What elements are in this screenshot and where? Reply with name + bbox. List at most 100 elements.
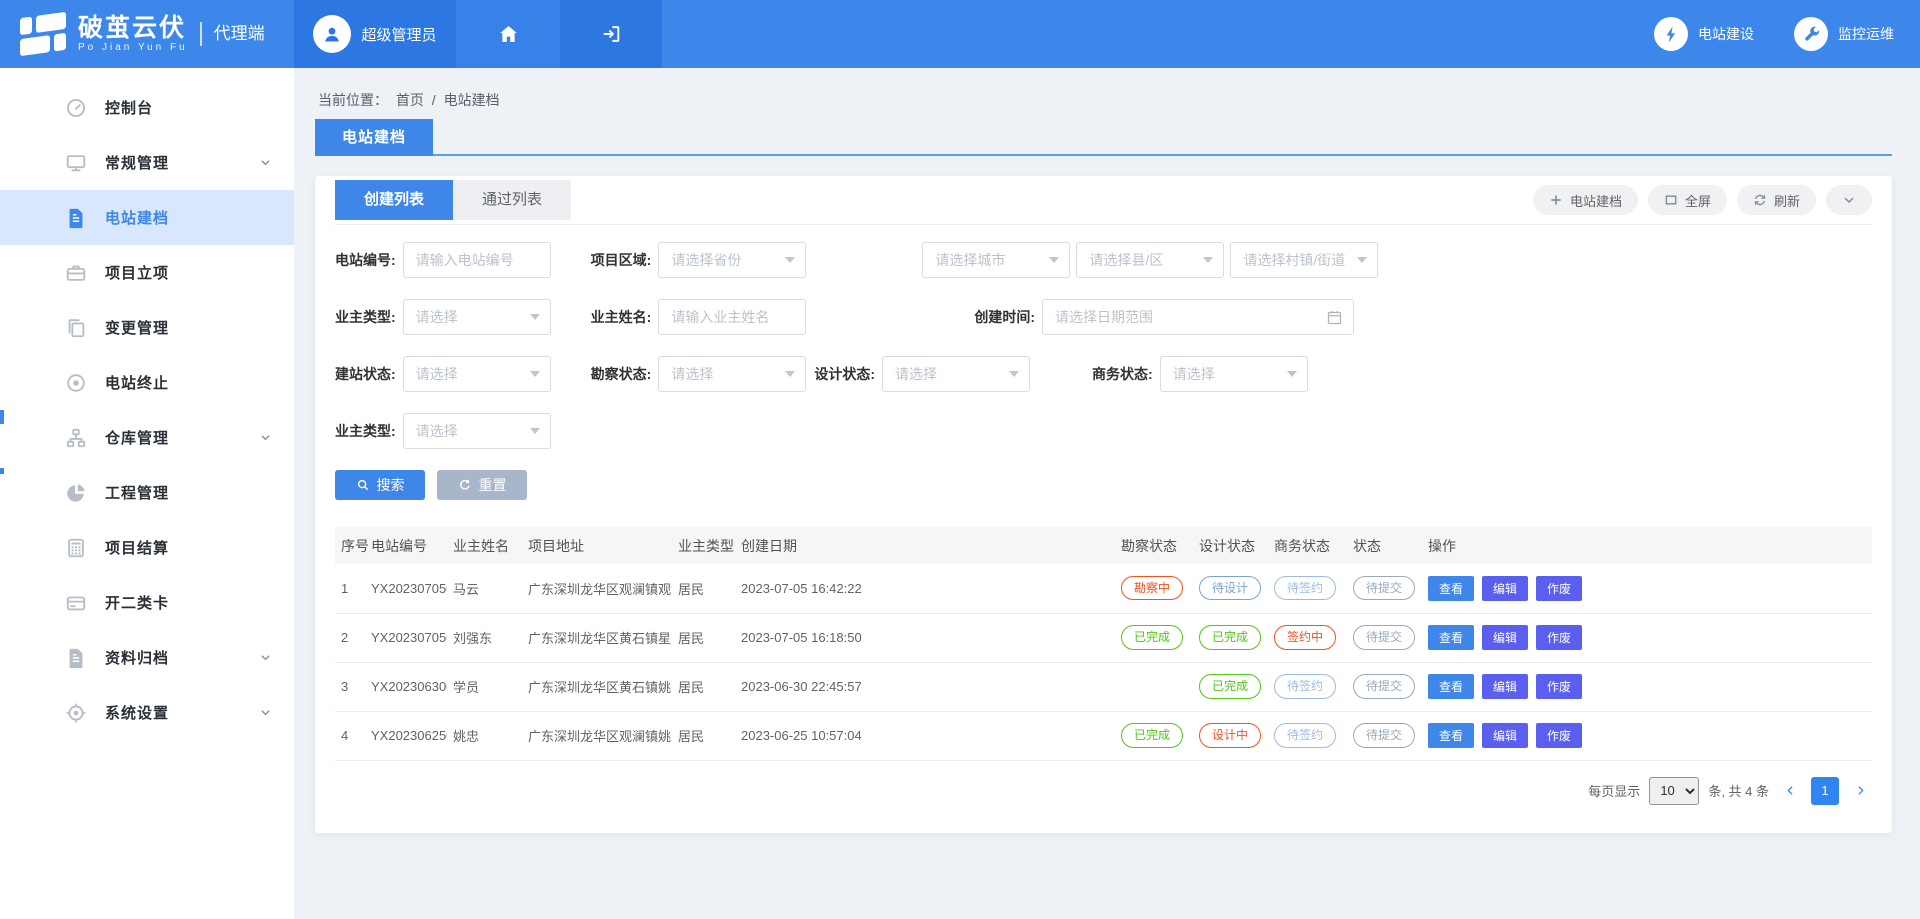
filter-owner-type-select[interactable]: 请选择 [403, 299, 551, 335]
sidebar-item-general-management[interactable]: 常规管理 [0, 135, 294, 190]
more-button[interactable] [1826, 185, 1872, 215]
column-header: 勘察状态 [1115, 527, 1193, 564]
table-header-row: 序号电站编号业主姓名项目地址业主类型创建日期勘察状态设计状态商务状态状态操作 [335, 527, 1872, 564]
sidebar-item-data-archive[interactable]: 资料归档 [0, 630, 294, 685]
edit-button[interactable]: 编辑 [1482, 674, 1528, 699]
search-button[interactable]: 搜索 [335, 470, 425, 500]
logout-button[interactable] [560, 0, 662, 68]
column-header: 创建日期 [735, 527, 1115, 564]
view-button[interactable]: 查看 [1428, 576, 1474, 601]
create-station-button[interactable]: 电站建档 [1533, 185, 1638, 215]
filter-village-select[interactable]: 请选择村镇/街道 [1230, 242, 1378, 278]
sidebar-item-project-initiation[interactable]: 项目立项 [0, 245, 294, 300]
filter-business-status-select[interactable]: 请选择 [1160, 356, 1308, 392]
refresh-icon [1753, 193, 1767, 207]
sidebar-item-label: 工程管理 [105, 482, 169, 503]
void-button[interactable]: 作废 [1536, 723, 1582, 748]
sidebar-item-label: 资料归档 [105, 647, 169, 668]
filter-owner-name-input[interactable] [658, 299, 806, 335]
breadcrumb-separator: / [432, 92, 436, 108]
sidebar-item-engineering-management[interactable]: 工程管理 [0, 465, 294, 520]
breadcrumb-home[interactable]: 首页 [396, 92, 424, 108]
filter-build-status-select[interactable]: 请选择 [403, 356, 551, 392]
header-nav-station-build[interactable]: 电站建设 [1654, 17, 1754, 51]
filter-row: 电站编号:项目区域:请选择省份请选择城市请选择县/区请选择村镇/街道 [335, 242, 1872, 278]
sidebar-item-project-settlement[interactable]: 项目结算 [0, 520, 294, 575]
fullscreen-button[interactable]: 全屏 [1648, 185, 1727, 215]
reset-icon [458, 478, 472, 492]
filter-create-time-input[interactable]: 请选择日期范围 [1042, 299, 1354, 335]
app-header: 破茧云伏 Po Jian Yun Fu 代理端 超级管理员 电站建设监控运维 [0, 0, 1920, 68]
tab-pass-list[interactable]: 通过列表 [453, 180, 571, 220]
owner-name-cell: 姚忠 [447, 711, 522, 760]
user-menu[interactable]: 超级管理员 [294, 0, 456, 68]
document-icon [64, 206, 88, 230]
prev-page-button[interactable] [1778, 777, 1802, 805]
column-header: 电站编号 [365, 527, 447, 564]
void-button[interactable]: 作废 [1536, 576, 1582, 601]
filter-station-code-input[interactable] [403, 242, 551, 278]
sidebar-item-warehouse-management[interactable]: 仓库管理 [0, 410, 294, 465]
per-page-select[interactable]: 10 [1649, 777, 1699, 805]
view-button[interactable]: 查看 [1428, 723, 1474, 748]
view-button[interactable]: 查看 [1428, 625, 1474, 650]
void-button[interactable]: 作废 [1536, 674, 1582, 699]
table-row: 1YX2023070500011马云广东深圳龙华区观澜镇观湖路...居民2023… [335, 564, 1872, 613]
chevron-down-icon [259, 706, 272, 719]
sidebar: 控制台常规管理电站建档项目立项变更管理电站终止仓库管理工程管理项目结算开二类卡资… [0, 68, 294, 919]
calendar-icon [1326, 309, 1343, 326]
refresh-button[interactable]: 刷新 [1737, 185, 1816, 215]
edit-button[interactable]: 编辑 [1482, 723, 1528, 748]
column-header: 设计状态 [1193, 527, 1268, 564]
table-row: 4YX2023062500004姚忠广东深圳龙华区观澜镇姚家庄...居民2023… [335, 711, 1872, 760]
filter-row: 业主类型:请选择业主姓名:创建时间:请选择日期范围 [335, 299, 1872, 335]
sidebar-item-change-management[interactable]: 变更管理 [0, 300, 294, 355]
sidebar-item-label: 电站终止 [105, 372, 169, 393]
filter-survey-status-select[interactable]: 请选择 [658, 356, 806, 392]
breadcrumb-current: 电站建档 [444, 92, 500, 108]
chevron-down-icon [259, 156, 272, 169]
filter-field-project-region: 项目区域:请选择省份 [591, 242, 807, 278]
sidebar-scrollbar[interactable] [0, 468, 4, 474]
filter-design-status-select[interactable]: 请选择 [882, 356, 1030, 392]
owner-name-cell: 学员 [447, 662, 522, 711]
sidebar-item-station-archive[interactable]: 电站建档 [0, 190, 294, 245]
filter-district-select[interactable]: 请选择县/区 [1076, 242, 1224, 278]
status-badge: 勘察中 [1121, 576, 1183, 600]
sidebar-item-station-termination[interactable]: 电站终止 [0, 355, 294, 410]
filter-field-owner-type-2: 业主类型:请选择 [335, 413, 551, 449]
filter-field-city: 请选择城市 [922, 242, 1070, 278]
filter-label-design-status: 设计状态: [814, 364, 875, 384]
page-number-button[interactable]: 1 [1811, 777, 1839, 805]
void-button[interactable]: 作废 [1536, 625, 1582, 650]
sidebar-item-label: 仓库管理 [105, 427, 169, 448]
edit-button[interactable]: 编辑 [1482, 625, 1528, 650]
reset-button[interactable]: 重置 [437, 470, 527, 500]
page-tab-station-archive[interactable]: 电站建档 [315, 119, 433, 156]
filter-city-select[interactable]: 请选择城市 [922, 242, 1070, 278]
tab-create-list[interactable]: 创建列表 [335, 180, 453, 220]
sidebar-item-console[interactable]: 控制台 [0, 80, 294, 135]
filter-field-design-status: 设计状态: 请选择 [814, 356, 1030, 392]
status-badge: 设计中 [1199, 723, 1261, 747]
sidebar-item-system-settings[interactable]: 系统设置 [0, 685, 294, 740]
sidebar-item-second-class-card[interactable]: 开二类卡 [0, 575, 294, 630]
home-button[interactable] [456, 0, 560, 68]
sidebar-scrollbar[interactable] [0, 410, 4, 424]
view-button[interactable]: 查看 [1428, 674, 1474, 699]
sidebar-item-label: 开二类卡 [105, 592, 169, 613]
actions-cell: 查看编辑作废 [1422, 564, 1872, 613]
filter-label-owner-type: 业主类型: [335, 307, 396, 327]
edit-button[interactable]: 编辑 [1482, 576, 1528, 601]
breadcrumb-prefix: 当前位置： [318, 92, 388, 108]
filter-project-region-select[interactable]: 请选择省份 [658, 242, 806, 278]
status-badge: 已完成 [1121, 723, 1183, 747]
owner-name-cell: 马云 [447, 564, 522, 613]
filter-field-owner-name: 业主姓名: [591, 299, 807, 335]
next-page-button[interactable] [1848, 777, 1872, 805]
header-nav-monitor-ops[interactable]: 监控运维 [1794, 17, 1894, 51]
filter-owner-type-2-select[interactable]: 请选择 [403, 413, 551, 449]
sidebar-item-label: 变更管理 [105, 317, 169, 338]
station-code-cell: YX2023070500011 [365, 564, 447, 613]
bolt-icon [1654, 17, 1688, 51]
